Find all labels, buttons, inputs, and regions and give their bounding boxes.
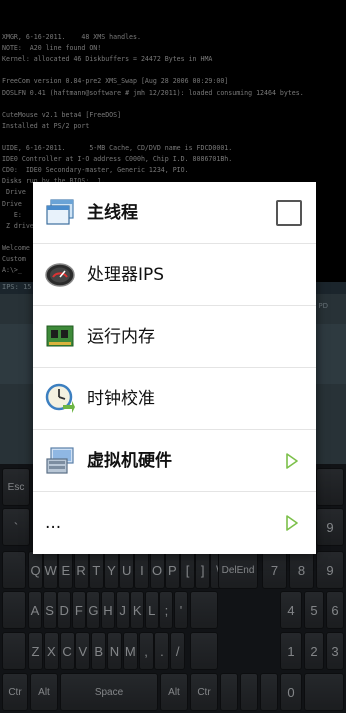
menu-item-main-thread[interactable]: 主线程 bbox=[33, 182, 316, 244]
main-thread-checkbox[interactable] bbox=[276, 200, 302, 226]
menu-item-cpu-ips[interactable]: 处理器IPS bbox=[33, 244, 316, 306]
menu-item-label: 主线程 bbox=[87, 203, 138, 223]
memory-chip-icon bbox=[46, 325, 74, 347]
speedometer-icon bbox=[45, 263, 75, 287]
clock-icon bbox=[45, 383, 75, 413]
menu-item-label: 处理器IPS bbox=[87, 265, 165, 285]
menu-item-more[interactable]: ... bbox=[33, 492, 316, 554]
menu-item-label: ... bbox=[45, 513, 62, 533]
menu-item-label: 时钟校准 bbox=[87, 389, 155, 409]
menu-item-clock-sync[interactable]: 时钟校准 bbox=[33, 368, 316, 430]
menu-item-vm-hardware[interactable]: 虚拟机硬件 bbox=[33, 430, 316, 492]
hardware-icon bbox=[46, 447, 74, 474]
chevron-right-icon bbox=[286, 515, 298, 531]
window-icon bbox=[46, 199, 74, 225]
chevron-right-icon bbox=[286, 453, 298, 469]
settings-menu-dialog: 主线程 处理器IPS 运行内存 时钟校准 虚拟机硬件 ... bbox=[33, 182, 316, 554]
menu-item-label: 运行内存 bbox=[87, 327, 155, 347]
menu-item-memory[interactable]: 运行内存 bbox=[33, 306, 316, 368]
menu-item-label: 虚拟机硬件 bbox=[87, 451, 172, 471]
